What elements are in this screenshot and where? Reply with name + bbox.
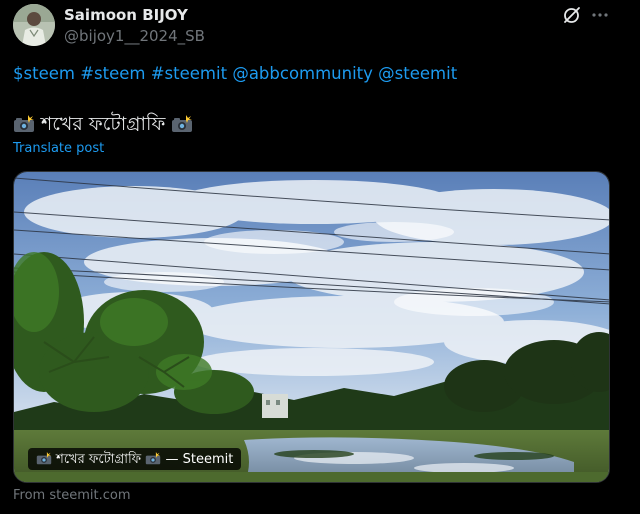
post-title-text: শখের ফটোগ্রাফি	[41, 113, 166, 135]
author-display-name[interactable]: Saimoon BIJOY	[64, 6, 188, 24]
camera-flash-emoji-icon	[171, 115, 193, 133]
card-photo	[14, 172, 609, 482]
grok-icon[interactable]	[562, 5, 582, 25]
link-card[interactable]: শখের ফটোগ্রাফি — Steemit	[13, 171, 610, 483]
mention-link[interactable]: @steemit	[378, 64, 457, 83]
post-title: শখের ফটোগ্রাফি	[13, 110, 193, 142]
camera-flash-emoji-icon	[13, 115, 35, 133]
camera-flash-emoji-icon	[145, 452, 161, 465]
hashtag-link[interactable]: #steemit	[151, 64, 227, 83]
hashtag-link[interactable]: #steem	[80, 64, 145, 83]
translate-post-link[interactable]: Translate post	[13, 141, 104, 156]
author-handle[interactable]: @bijoy1__2024_SB	[64, 27, 205, 45]
card-caption: শখের ফটোগ্রাফি — Steemit	[28, 448, 242, 470]
card-caption-source: — Steemit	[165, 452, 234, 467]
card-source-label[interactable]: From steemit.com	[13, 488, 130, 503]
card-caption-title: শখের ফটোগ্রাফি	[56, 452, 142, 467]
hashtag-link[interactable]: $steem	[13, 64, 75, 83]
post: Saimoon BIJOY @bijoy1__2024_SB $steem #s…	[0, 0, 628, 514]
mention-link[interactable]: @abbcommunity	[232, 64, 373, 83]
post-hashtags: $steem #steem #steemit @abbcommunity @st…	[13, 64, 457, 83]
more-icon[interactable]	[589, 4, 611, 26]
avatar[interactable]	[13, 4, 55, 46]
camera-flash-emoji-icon	[36, 452, 52, 465]
